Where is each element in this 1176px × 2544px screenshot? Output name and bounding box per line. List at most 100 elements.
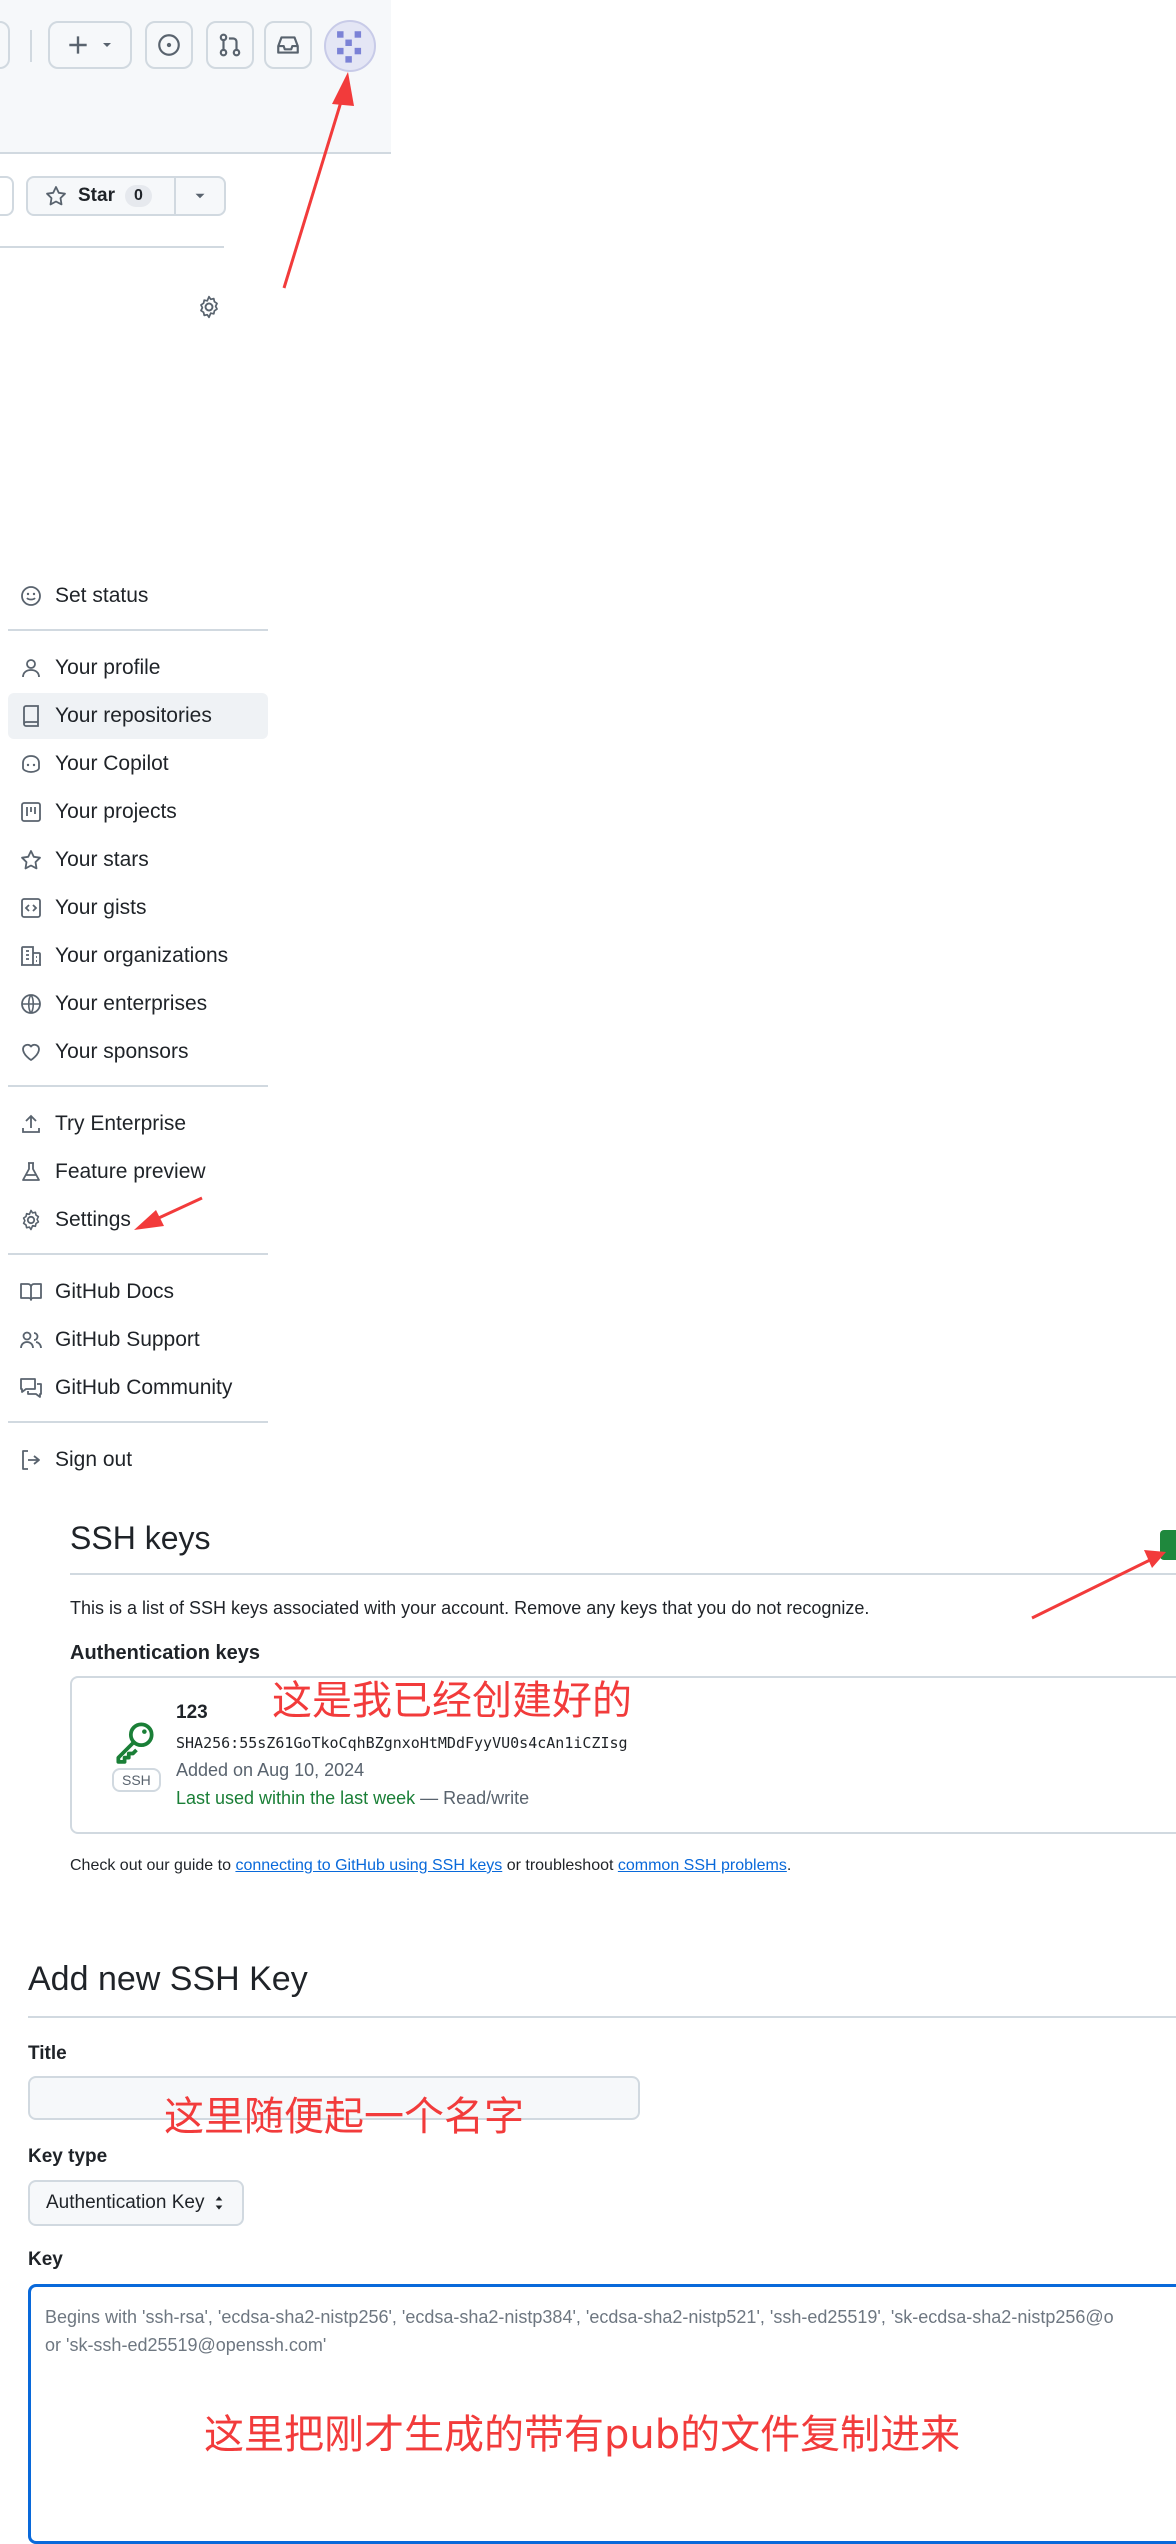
menu-github-support[interactable]: GitHub Support — [8, 1317, 268, 1363]
menu-your-copilot[interactable]: Your Copilot — [8, 741, 268, 787]
guide-middle: or troubleshoot — [502, 1857, 618, 1874]
star-icon — [46, 186, 66, 206]
code-square-icon — [21, 898, 41, 918]
people-icon — [20, 1331, 42, 1349]
menu-your-projects[interactable]: Your projects — [8, 789, 268, 835]
beaker-icon — [22, 1162, 40, 1181]
gear-icon — [22, 1209, 40, 1231]
ssh-keys-description: This is a list of SSH keys associated wi… — [70, 1598, 870, 1618]
key-icon — [116, 1722, 154, 1764]
menu-settings[interactable]: Settings — [8, 1197, 268, 1243]
pull-requests-button[interactable] — [206, 21, 254, 69]
menu-your-repositories[interactable]: Your repositories — [8, 693, 268, 739]
menu-label: Your stars — [55, 848, 149, 871]
star-button-group: Star 0 — [26, 176, 226, 216]
star-button[interactable]: Star 0 — [28, 178, 176, 214]
menu-label: Sign out — [55, 1448, 133, 1471]
upload-icon — [22, 1114, 40, 1133]
menu-label: GitHub Support — [55, 1328, 200, 1351]
select-arrows-icon — [216, 2196, 223, 2210]
issues-button[interactable] — [145, 21, 193, 69]
guide-link-troubleshoot[interactable]: common SSH problems — [618, 1857, 787, 1874]
key-access-text: — Read/write — [415, 1788, 530, 1808]
ssh-keys-title: SSH keys — [70, 1520, 211, 1556]
menu-label: Feature preview — [55, 1160, 206, 1183]
header-divider — [30, 30, 32, 62]
menu-divider — [8, 1085, 268, 1087]
search-button-partial[interactable] — [0, 21, 10, 69]
key-type-value: Authentication Key — [46, 2192, 205, 2213]
key-type-select[interactable]: Authentication Key — [28, 2180, 244, 2226]
guide-suffix: . — [786, 1857, 792, 1874]
menu-sign-out[interactable]: Sign out — [8, 1437, 268, 1483]
new-ssh-key-button[interactable] — [1160, 1530, 1176, 1560]
chevron-down-icon — [103, 43, 111, 47]
annotation-key-note: 这里把刚才生成的带有pub的文件复制进来 — [204, 2412, 961, 2458]
menu-your-sponsors[interactable]: Your sponsors — [8, 1029, 268, 1075]
gear-icon[interactable] — [196, 294, 222, 320]
menu-label: Set status — [55, 584, 149, 607]
menu-github-community[interactable]: GitHub Community — [8, 1365, 268, 1411]
menu-your-gists[interactable]: Your gists — [8, 885, 268, 931]
menu-try-enterprise[interactable]: Try Enterprise — [8, 1101, 268, 1147]
section-divider — [70, 1573, 1176, 1575]
arrow-to-new-key — [1031, 1550, 1166, 1620]
git-pull-request-icon — [219, 33, 241, 57]
menu-your-enterprises[interactable]: Your enterprises — [8, 981, 268, 1027]
menu-label: Try Enterprise — [55, 1112, 187, 1135]
guide-prefix: Check out our guide to — [70, 1857, 236, 1874]
key-name: 123 — [176, 1702, 208, 1723]
key-last-used: Last used within the last week — Read/wr… — [176, 1788, 529, 1809]
key-added-date: Added on Aug 10, 2024 — [176, 1760, 365, 1780]
inbox-icon — [277, 36, 299, 54]
menu-label: Your profile — [55, 656, 161, 679]
person-icon — [22, 659, 40, 678]
menu-label: GitHub Docs — [55, 1280, 175, 1303]
star-icon — [21, 850, 41, 870]
annotation-created-note: 这是我已经创建好的 — [272, 1678, 632, 1724]
menu-label: Your projects — [55, 800, 177, 823]
user-avatar[interactable] — [324, 20, 376, 72]
menu-divider — [8, 1421, 268, 1423]
globe-icon — [21, 994, 41, 1014]
star-label: Star — [78, 185, 115, 206]
add-ssh-key-title: Add new SSH Key — [28, 1960, 308, 1998]
menu-your-profile[interactable]: Your profile — [8, 645, 268, 691]
menu-label: Your sponsors — [55, 1040, 189, 1063]
chevron-down-icon — [195, 193, 205, 199]
issue-opened-icon — [158, 34, 180, 56]
global-header — [0, 0, 391, 154]
create-new-button[interactable] — [48, 21, 132, 69]
ssh-badge: SSH — [112, 1768, 161, 1792]
key-fingerprint: SHA256:55sZ61GoTkoCqhBZgnxoHtMDdFyyVU0s4… — [176, 1734, 628, 1752]
key-type-label: Key type — [28, 2146, 108, 2167]
menu-divider — [8, 1253, 268, 1255]
menu-github-docs[interactable]: GitHub Docs — [8, 1269, 268, 1315]
book-icon — [20, 1283, 42, 1301]
smiley-icon — [21, 586, 41, 606]
menu-label: Settings — [55, 1208, 131, 1231]
menu-your-organizations[interactable]: Your organizations — [8, 933, 268, 979]
star-list-dropdown[interactable] — [176, 178, 224, 214]
authentication-keys-title: Authentication keys — [70, 1642, 261, 1664]
watch-button-partial[interactable] — [0, 176, 14, 216]
menu-label: Your enterprises — [55, 992, 208, 1015]
sign-out-icon — [22, 1450, 40, 1470]
menu-feature-preview[interactable]: Feature preview — [8, 1149, 268, 1195]
star-count: 0 — [124, 185, 152, 207]
plus-icon — [69, 36, 87, 54]
menu-your-stars[interactable]: Your stars — [8, 837, 268, 883]
guide-link-connecting[interactable]: connecting to GitHub using SSH keys — [235, 1857, 502, 1874]
repo-divider — [0, 246, 224, 248]
inbox-button[interactable] — [264, 21, 312, 69]
menu-label: Your Copilot — [55, 752, 169, 775]
menu-label: GitHub Community — [55, 1376, 233, 1399]
menu-set-status[interactable]: Set status — [8, 573, 268, 619]
annotation-title-note: 这里随便起一个名字 — [164, 2094, 524, 2140]
comment-discussion-icon — [20, 1378, 42, 1398]
section-divider — [28, 2016, 1176, 2018]
menu-label: Your organizations — [55, 944, 229, 967]
ssh-guide-text: Check out our guide to connecting to Git… — [70, 1857, 791, 1875]
title-label: Title — [28, 2043, 67, 2064]
project-icon — [21, 802, 41, 822]
